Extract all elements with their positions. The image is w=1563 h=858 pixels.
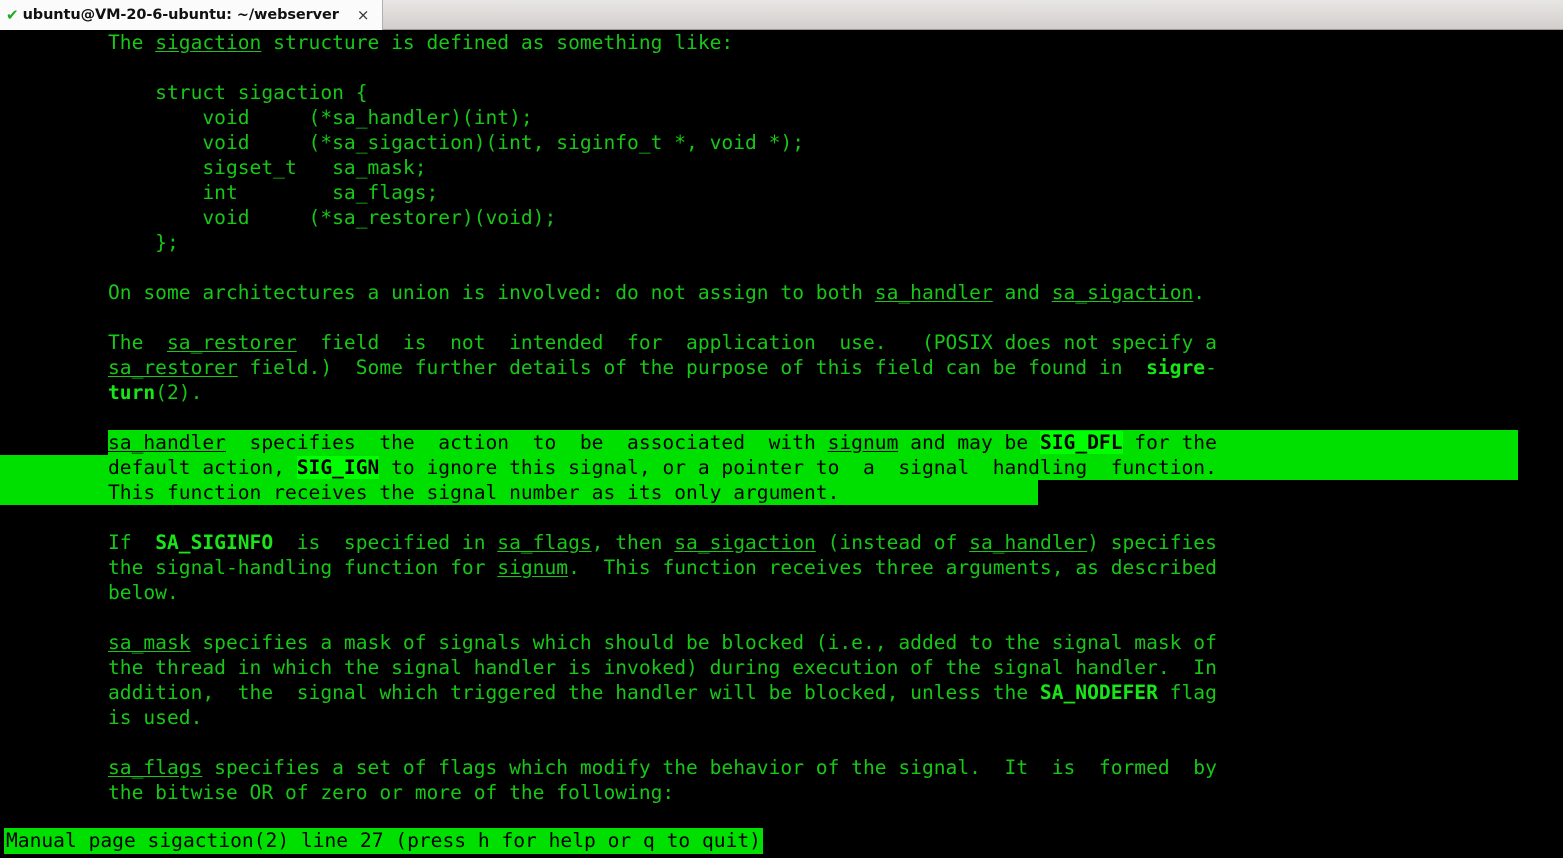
window-titlebar: ✔ ubuntu@VM-20-6-ubuntu: ~/webserver × xyxy=(0,0,1563,30)
terminal-text: specifies a mask of signals which should… xyxy=(190,631,1217,654)
terminal-text: signum xyxy=(827,431,899,454)
check-icon: ✔ xyxy=(6,5,19,24)
terminal-text: void (*sa_handler)(int); xyxy=(108,106,533,129)
terminal-text: and may be xyxy=(898,431,1040,454)
terminal-line: void (*sa_handler)(int); xyxy=(0,105,1563,130)
terminal-text: On some architectures a union is involve… xyxy=(108,281,875,304)
terminal-line: addition, the signal which triggered the… xyxy=(0,680,1563,705)
terminal-text: - xyxy=(1205,356,1217,379)
terminal-line: sa_flags specifies a set of flags which … xyxy=(0,755,1563,780)
terminal-text: void (*sa_sigaction)(int, siginfo_t *, v… xyxy=(108,131,804,154)
terminal-text: sa_sigaction xyxy=(674,531,816,554)
terminal-line: void (*sa_sigaction)(int, siginfo_t *, v… xyxy=(0,130,1563,155)
terminal-window[interactable]: The sigaction structure is defined as so… xyxy=(0,30,1563,858)
terminal-text: field.) Some further details of the purp… xyxy=(237,356,1147,379)
terminal-text: and xyxy=(992,281,1052,304)
terminal-line: the bitwise OR of zero or more of the fo… xyxy=(0,780,1563,805)
terminal-line: the signal-handling function for signum.… xyxy=(0,555,1563,580)
terminal-line: If SA_SIGINFO is specified in sa_flags, … xyxy=(0,530,1563,555)
terminal-text: SIG_IGN xyxy=(296,456,380,479)
terminal-line: default action, SIG_IGN to ignore this s… xyxy=(0,455,1563,480)
terminal-text: int sa_flags; xyxy=(108,181,439,204)
terminal-text: SA_SIGINFO xyxy=(155,531,274,554)
terminal-text: field is not intended for application us… xyxy=(296,331,1217,354)
terminal-text: This function receives the signal number… xyxy=(108,481,840,504)
terminal-line: struct sigaction { xyxy=(0,80,1563,105)
terminal-line: sigset_t sa_mask; xyxy=(0,155,1563,180)
terminal-text: sigset_t sa_mask; xyxy=(108,156,427,179)
terminal-text: If xyxy=(108,531,156,554)
terminal-text: the bitwise OR of zero or more of the fo… xyxy=(108,781,675,804)
terminal-text: sa_flags xyxy=(108,756,203,779)
man-status-line: Manual page sigaction(2) line 27 (press … xyxy=(4,828,763,854)
terminal-screen[interactable]: The sigaction structure is defined as so… xyxy=(0,30,1563,858)
terminal-text: specifies the action to be associated wi… xyxy=(225,431,828,454)
close-icon[interactable]: × xyxy=(357,7,370,23)
terminal-text: structure is defined as something like: xyxy=(261,31,734,54)
terminal-text: . This function receives three arguments… xyxy=(568,556,1217,579)
terminal-line: void (*sa_restorer)(void); xyxy=(0,205,1563,230)
terminal-text: void (*sa_restorer)(void); xyxy=(108,206,557,229)
terminal-line: turn(2). xyxy=(0,380,1563,405)
terminal-text: The xyxy=(108,31,156,54)
terminal-text: sa_mask xyxy=(108,631,191,654)
terminal-text: , then xyxy=(591,531,675,554)
terminal-text: sa_handler xyxy=(108,431,226,454)
terminal-line: On some architectures a union is involve… xyxy=(0,280,1563,305)
tab-title: ubuntu@VM-20-6-ubuntu: ~/webserver xyxy=(22,7,339,23)
terminal-text: signum xyxy=(497,556,569,579)
terminal-text: sigre xyxy=(1146,356,1206,379)
terminal-text: below. xyxy=(108,581,179,604)
terminal-text: sa_handler xyxy=(874,281,993,304)
terminal-text: sigaction xyxy=(155,31,262,54)
terminal-text: struct sigaction { xyxy=(108,81,368,104)
terminal-text: for the xyxy=(1122,431,1217,454)
terminal-line: The sigaction structure is defined as so… xyxy=(0,30,1563,55)
terminal-text: }; xyxy=(108,231,179,254)
terminal-line: sa_mask specifies a mask of signals whic… xyxy=(0,630,1563,655)
terminal-text: turn xyxy=(108,381,156,404)
terminal-text: The xyxy=(108,331,167,354)
terminal-line: is used. xyxy=(0,705,1563,730)
terminal-line: sa_restorer field.) Some further details… xyxy=(0,355,1563,380)
terminal-text: addition, the signal which triggered the… xyxy=(108,681,1040,704)
terminal-text: the thread in which the signal handler i… xyxy=(108,656,1217,679)
terminal-line: The sa_restorer field is not intended fo… xyxy=(0,330,1563,355)
terminal-text: is specified in xyxy=(273,531,498,554)
terminal-text: sa_sigaction xyxy=(1051,281,1194,304)
terminal-line: This function receives the signal number… xyxy=(0,480,1563,505)
terminal-line: int sa_flags; xyxy=(0,180,1563,205)
terminal-line: }; xyxy=(0,230,1563,255)
terminal-text: the signal-handling function for xyxy=(108,556,498,579)
terminal-line: below. xyxy=(0,580,1563,605)
terminal-text: to ignore this signal, or a pointer to a… xyxy=(379,456,1217,479)
terminal-text: SIG_DFL xyxy=(1039,431,1123,454)
terminal-text: default action, xyxy=(108,456,297,479)
terminal-text: SA_NODEFER xyxy=(1039,681,1158,704)
terminal-tab[interactable]: ✔ ubuntu@VM-20-6-ubuntu: ~/webserver × xyxy=(0,0,383,30)
terminal-text: flag xyxy=(1157,681,1217,704)
terminal-text: (2). xyxy=(155,381,203,404)
terminal-text: sa_flags xyxy=(497,531,592,554)
terminal-line: sa_handler specifies the action to be as… xyxy=(0,430,1563,455)
terminal-text: ) specifies xyxy=(1087,531,1217,554)
terminal-line: the thread in which the signal handler i… xyxy=(0,655,1563,680)
terminal-text: is used. xyxy=(108,706,203,729)
terminal-text: . xyxy=(1193,281,1206,304)
terminal-text: (instead of xyxy=(815,531,970,554)
terminal-text: sa_restorer xyxy=(108,356,238,379)
terminal-text: specifies a set of flags which modify th… xyxy=(202,756,1217,779)
terminal-text: sa_handler xyxy=(969,531,1088,554)
terminal-text: sa_restorer xyxy=(166,331,297,354)
